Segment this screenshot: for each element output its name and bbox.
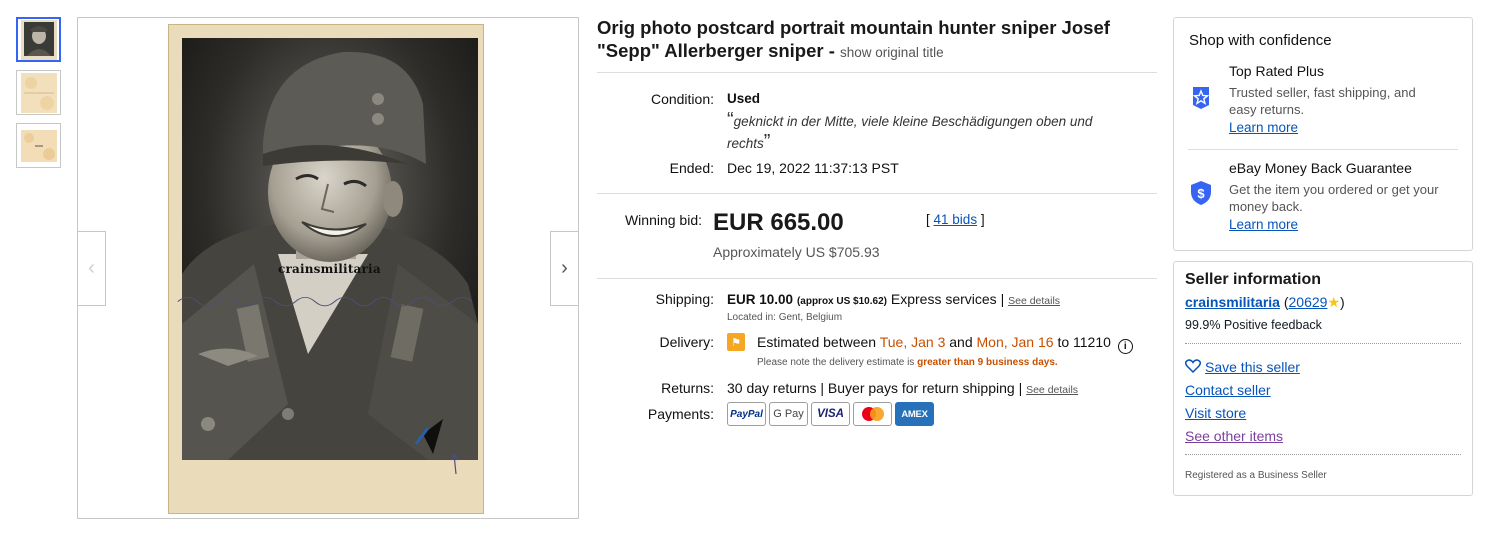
top-rated-desc: Trusted seller, fast shipping, and easy … xyxy=(1229,85,1416,117)
thumbnail-portrait[interactable] xyxy=(16,17,61,62)
returns-value: 30 day returns | Buyer pays for return s… xyxy=(727,380,1078,396)
positive-feedback: 99.9% Positive feedback xyxy=(1185,318,1322,332)
bids-close-bracket: ] xyxy=(980,212,985,227)
money-back-desc: Get the item you ordered or get your mon… xyxy=(1229,182,1439,214)
condition-value: Used xyxy=(727,91,761,106)
save-seller-link[interactable]: Save this seller xyxy=(1205,359,1300,375)
photo-watermark: crainsmilitaria xyxy=(278,262,381,276)
svg-text:$: $ xyxy=(1197,186,1205,201)
show-original-title-link[interactable]: show original title xyxy=(840,45,944,60)
close-quote: ” xyxy=(763,131,771,153)
shipping-label: Shipping: xyxy=(655,291,714,307)
bid-history-link[interactable]: 41 bids xyxy=(934,212,978,227)
delivery-prefix: Estimated between xyxy=(757,334,877,350)
divider xyxy=(597,72,1157,73)
top-rated-learn-more-link[interactable]: Learn more xyxy=(1229,120,1298,135)
contact-seller-link[interactable]: Contact seller xyxy=(1185,382,1271,398)
shield-dollar-icon: $ xyxy=(1191,181,1211,205)
badge-star-icon xyxy=(1192,87,1210,109)
business-seller-note: Registered as a Business Seller xyxy=(1185,470,1327,481)
confidence-title: Shop with confidence xyxy=(1189,32,1332,49)
delivery-estimate: Estimated between Tue, Jan 3 and Mon, Ja… xyxy=(757,334,1133,354)
thumbnail-portrait-image xyxy=(20,19,57,60)
mastercard-icon xyxy=(861,407,884,421)
returns-policy: 30 day returns | Buyer pays for return s… xyxy=(727,380,1023,396)
shipping-approx: (approx US $10.62) xyxy=(796,296,887,307)
seller-info-title: Seller information xyxy=(1185,271,1322,288)
delivery-from-date: Tue, Jan 3 xyxy=(879,334,946,350)
feedback-score-link[interactable]: 20629 xyxy=(1289,294,1328,310)
ended-value: Dec 19, 2022 11:37:13 PST xyxy=(727,160,899,176)
bids-count: [ 41 bids ] xyxy=(926,212,985,227)
info-icon[interactable]: i xyxy=(1117,339,1133,354)
winning-bid-label: Winning bid: xyxy=(624,212,702,228)
listing-title: Orig photo postcard portrait mountain hu… xyxy=(597,16,1157,64)
visa-logo: VISA xyxy=(811,402,850,426)
chevron-left-icon: ‹ xyxy=(88,257,95,279)
main-image-viewer[interactable]: crainsmilitaria ‹ › xyxy=(77,17,579,519)
seller-identity: crainsmilitaria (20629★) xyxy=(1185,294,1345,311)
shop-with-confidence-panel: Shop with confidence Top Rated Plus Trus… xyxy=(1173,17,1473,251)
mastercard-logo xyxy=(853,402,892,426)
delivery-note-text: Please note the delivery estimate is xyxy=(757,357,915,368)
previous-image-button[interactable]: ‹ xyxy=(78,231,106,306)
visit-store-link[interactable]: Visit store xyxy=(1185,405,1246,421)
top-rated-heading: Top Rated Plus xyxy=(1229,63,1324,79)
thumbnail-back-image xyxy=(20,72,57,113)
condition-note: “geknickt in der Mitte, viele kleine Bes… xyxy=(727,110,1127,154)
chevron-right-icon: › xyxy=(561,257,568,279)
thumbnail-back-side[interactable] xyxy=(16,70,61,115)
divider xyxy=(1188,149,1458,150)
thumbnail-strip xyxy=(16,17,62,176)
condition-label: Condition: xyxy=(650,91,714,107)
returns-label: Returns: xyxy=(661,380,714,396)
item-location: Located in: Gent, Belgium xyxy=(727,312,843,323)
delivery-note-bold: greater than 9 business days. xyxy=(917,357,1058,368)
delivery-note: Please note the delivery estimate is gre… xyxy=(757,357,1058,368)
seller-information-panel: Seller information crainsmilitaria (2062… xyxy=(1173,261,1473,496)
divider xyxy=(597,278,1157,279)
save-seller-row[interactable]: Save this seller xyxy=(1184,359,1300,375)
heart-icon xyxy=(1184,359,1202,374)
divider xyxy=(1185,454,1461,455)
money-back-learn-more-link[interactable]: Learn more xyxy=(1229,217,1298,232)
paypal-logo: PayPal xyxy=(727,402,766,426)
google-pay-logo: G Pay xyxy=(769,402,808,426)
see-other-items-link[interactable]: See other items xyxy=(1185,428,1283,444)
bids-open-bracket: [ xyxy=(926,212,930,227)
ended-label: Ended: xyxy=(669,160,714,176)
delivery-to-date: Mon, Jan 16 xyxy=(976,334,1054,350)
shipping-see-details-link[interactable]: See details xyxy=(1008,295,1060,307)
divider xyxy=(597,193,1157,194)
divider xyxy=(1185,343,1461,344)
next-image-button[interactable]: › xyxy=(550,231,578,306)
winning-bid-amount: EUR 665.00 xyxy=(713,209,844,236)
amex-logo: AMEX xyxy=(895,402,934,426)
payments-label: Payments: xyxy=(647,406,714,422)
thumbnail-detail-image xyxy=(20,129,57,162)
condition-note-text: geknickt in der Mitte, viele kleine Besc… xyxy=(727,114,1093,151)
approx-price: Approximately US $705.93 xyxy=(713,244,880,260)
flag-icon: ⚑ xyxy=(727,333,745,351)
money-back-heading: eBay Money Back Guarantee xyxy=(1229,160,1412,176)
seller-name-link[interactable]: crainsmilitaria xyxy=(1185,294,1280,310)
open-quote: “ xyxy=(727,109,734,131)
shipping-separator: | xyxy=(1000,291,1005,307)
shipping-price: EUR 10.00 xyxy=(727,292,794,307)
thumbnail-back-detail[interactable] xyxy=(16,123,61,168)
shipping-value: EUR 10.00 (approx US $10.62) Express ser… xyxy=(727,291,1060,307)
star-icon: ★ xyxy=(1327,294,1340,310)
delivery-zip: to 11210 xyxy=(1057,334,1111,350)
shipping-service: Express services xyxy=(890,291,997,307)
delivery-and: and xyxy=(949,334,973,350)
returns-see-details-link[interactable]: See details xyxy=(1026,384,1078,396)
feedback-close-paren: ) xyxy=(1340,294,1345,310)
delivery-label: Delivery: xyxy=(659,334,714,350)
